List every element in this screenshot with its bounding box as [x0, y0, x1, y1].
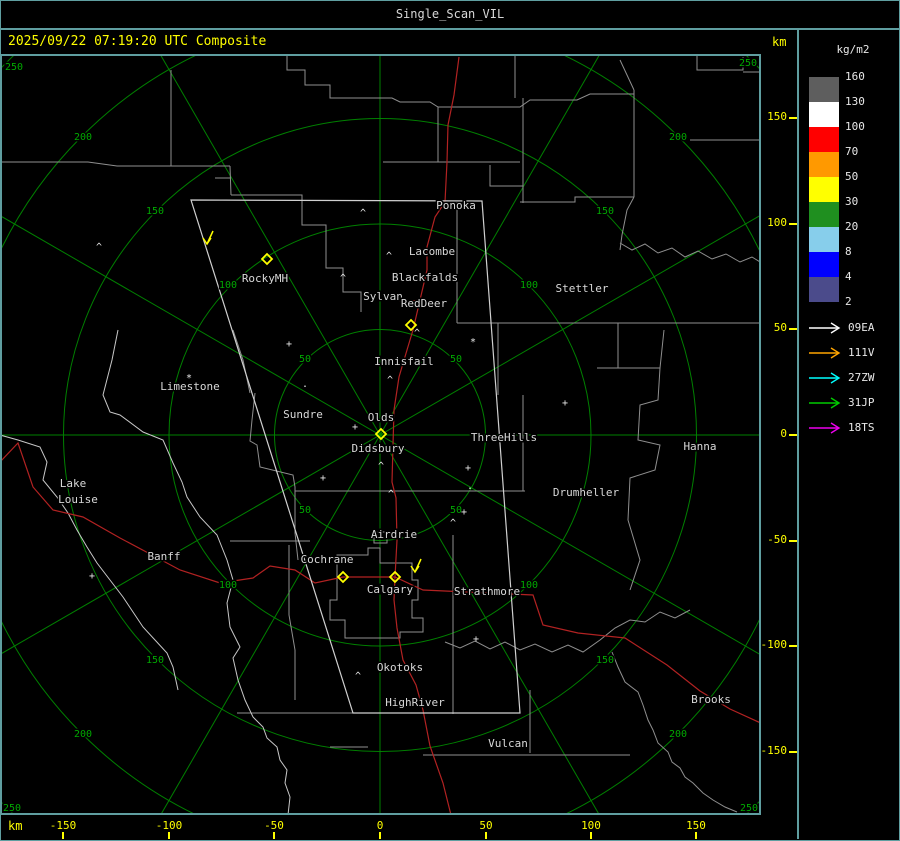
x-axis-tick-label: -100	[155, 819, 183, 832]
y-axis-unit-label: km	[772, 35, 787, 49]
title-bar: Single_Scan_VIL	[0, 0, 900, 30]
info-bar: 2025/09/22 07:19:20 UTC Composite km	[0, 30, 798, 54]
legend-value-label: 4	[845, 270, 852, 283]
legend-value-label: 8	[845, 245, 852, 258]
x-axis-tick-label: 50	[479, 819, 493, 832]
y-axis-tick-label: 50	[773, 321, 787, 334]
legend-color-box	[809, 102, 839, 127]
legend-value-label: 130	[845, 95, 865, 108]
track-arrow-icon	[809, 347, 841, 359]
legend-value-label: 100	[845, 120, 865, 133]
y-axis-tick-mark	[789, 751, 797, 753]
track-arrow-icon	[809, 422, 841, 434]
legend-color-box	[809, 277, 839, 302]
x-axis-tick-mark	[590, 832, 592, 839]
x-axis-tick-mark	[62, 832, 64, 839]
legend-color-box	[809, 77, 839, 102]
x-axis-tick-mark	[485, 832, 487, 839]
legend-panel: kg/m2 160 130 100 70 50 30 20 8 4 2 09EA 111V 27ZW 3…	[799, 29, 899, 839]
track-arrow-icon	[809, 397, 841, 409]
y-axis-tick-mark	[789, 328, 797, 330]
legend-color-box	[809, 227, 839, 252]
legend-color-box	[809, 152, 839, 177]
y-axis-tick-mark	[789, 117, 797, 119]
y-axis-tick-mark	[789, 434, 797, 436]
legend-value-label: 30	[845, 195, 859, 208]
y-axis-tick-label: 100	[767, 216, 787, 229]
track-arrow-icon	[809, 322, 841, 334]
y-axis-tick-label: -150	[760, 744, 788, 757]
x-axis-tick-mark	[168, 832, 170, 839]
y-axis-tick-label: -100	[760, 638, 788, 651]
x-axis-tick-mark	[273, 832, 275, 839]
track-id-label: 18TS	[848, 421, 875, 434]
x-axis-tick-label: 100	[581, 819, 601, 832]
track-id-label: 31JP	[848, 396, 875, 409]
legend-color-box	[809, 202, 839, 227]
y-axis-tick-mark	[789, 645, 797, 647]
x-axis-unit-label: km	[8, 819, 23, 833]
y-axis-tick-label: 0	[780, 427, 787, 440]
x-axis-tick-label: -50	[264, 819, 284, 832]
y-axis-tick-label: 150	[767, 110, 787, 123]
legend-unit-label: kg/m2	[836, 43, 870, 56]
track-id-label: 27ZW	[848, 371, 875, 384]
track-id-label: 111V	[848, 346, 875, 359]
legend-value-label: 160	[845, 70, 865, 83]
legend-color-box	[809, 127, 839, 152]
legend-value-label: 2	[845, 295, 852, 308]
x-axis-tick-label: -150	[49, 819, 77, 832]
track-arrow-icon	[809, 372, 841, 384]
legend-color-box	[809, 177, 839, 202]
x-axis-tick-mark	[695, 832, 697, 839]
x-axis-tick-mark	[379, 832, 381, 839]
scan-timestamp: 2025/09/22 07:19:20 UTC Composite	[8, 34, 267, 49]
window-title: Single_Scan_VIL	[395, 7, 505, 21]
map-border	[0, 54, 761, 815]
legend-color-box	[809, 252, 839, 277]
y-axis-tick-mark	[789, 540, 797, 542]
x-axis-tick-label: 150	[686, 819, 706, 832]
y-axis-tick-mark	[789, 223, 797, 225]
legend-value-label: 70	[845, 145, 859, 158]
track-id-label: 09EA	[848, 321, 875, 334]
legend-value-label: 50	[845, 170, 859, 183]
x-axis-tick-label: 0	[376, 819, 384, 832]
y-axis-tick-label: -50	[767, 533, 787, 546]
legend-value-label: 20	[845, 220, 859, 233]
